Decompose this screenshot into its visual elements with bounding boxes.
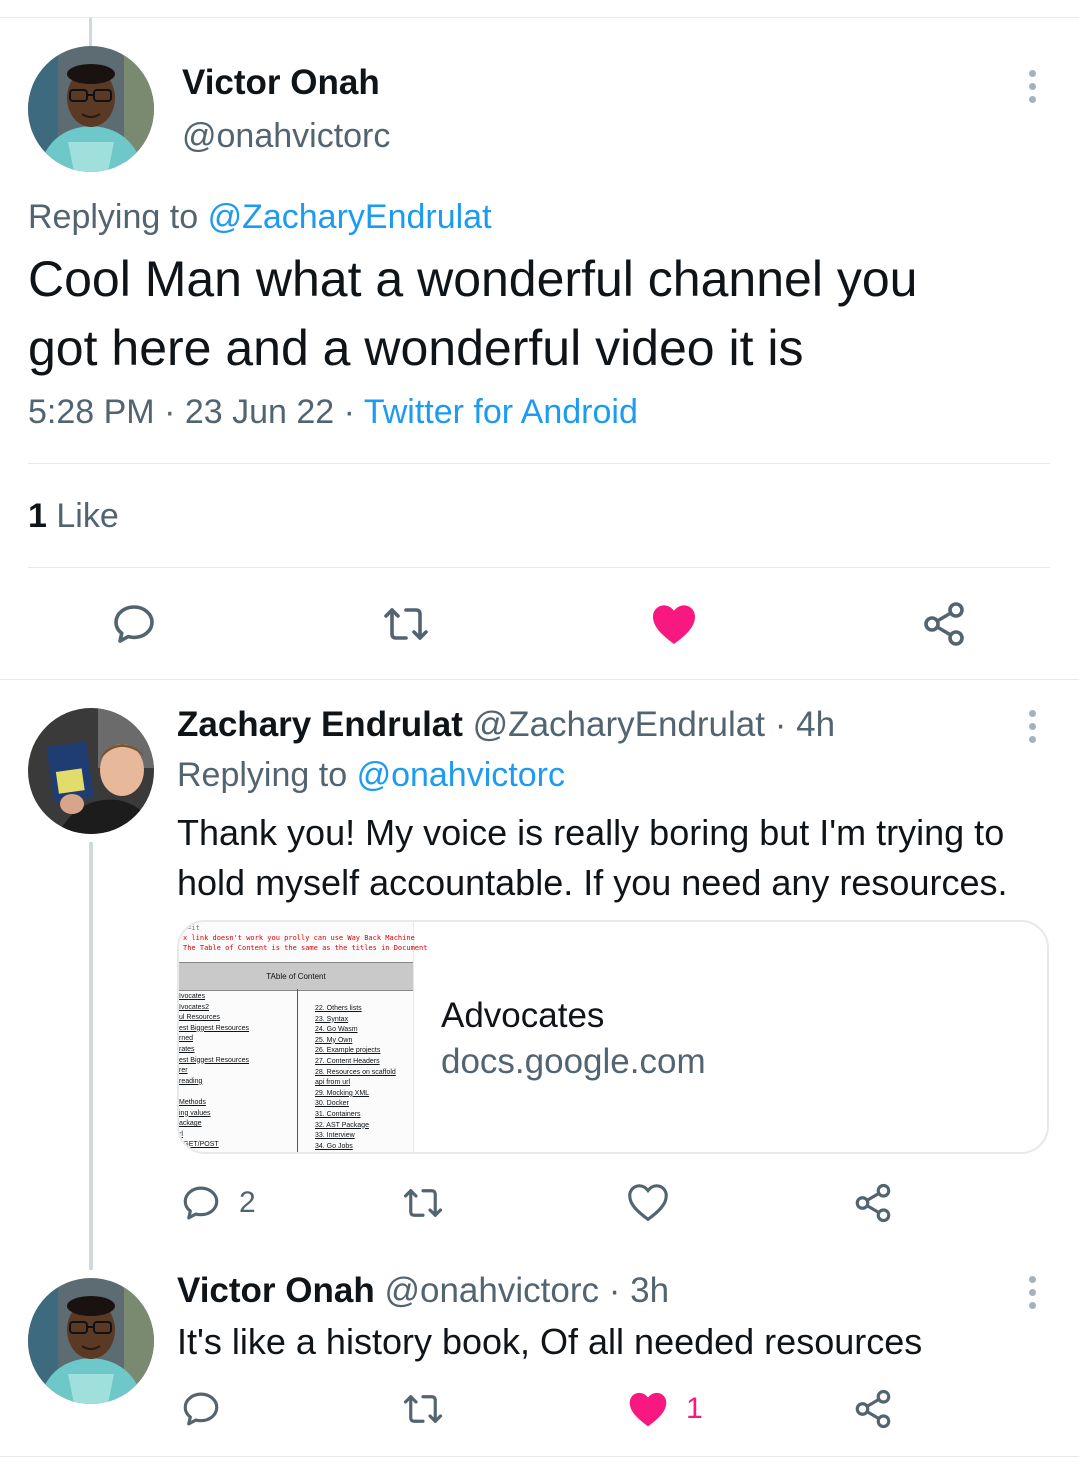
- replying-to-line: Replying to @ZacharyEndrulat: [28, 198, 492, 237]
- replying-to-mention[interactable]: @ZacharyEndrulat: [208, 198, 492, 236]
- tweet-source[interactable]: Twitter for Android: [364, 393, 638, 431]
- tweet-text-line1: Cool Man what a wonderful channel you: [28, 251, 918, 307]
- reply-author-handle[interactable]: @ZacharyEndrulat: [473, 705, 765, 744]
- bottom-divider: [0, 1456, 1079, 1457]
- thumb-line: l=it: [183, 924, 200, 932]
- reply-header: Victor Onah @onahvictorc · 3h: [177, 1271, 669, 1311]
- reply-age[interactable]: 4h: [796, 705, 835, 744]
- thumb-toc-item: 25. My Own: [315, 1036, 353, 1044]
- thumb-toc-item: [179, 1087, 249, 1098]
- thumb-toc-item: ·/GET/POST: [179, 1141, 219, 1149]
- thumb-toc-title: TAble of Content: [266, 972, 326, 981]
- reply-age[interactable]: 3h: [630, 1271, 669, 1310]
- thumb-toc-item: 27. Content Headers: [315, 1057, 380, 1065]
- replying-to-mention[interactable]: @onahvictorc: [357, 756, 565, 794]
- tweet-time[interactable]: 5:28 PM: [28, 393, 155, 431]
- divider: [28, 463, 1050, 464]
- retweet-icon[interactable]: [380, 600, 432, 648]
- thumb-toc-item: Methods: [179, 1098, 206, 1106]
- top-divider: [0, 17, 1079, 18]
- reply-text-line1: Thank you! My voice is really boring but…: [177, 812, 1005, 853]
- thumb-toc-item: est Biggest Resources: [179, 1024, 250, 1032]
- thumb-toc-item: 30. Docker: [315, 1100, 349, 1108]
- thumb-toc-item: Ivocates: [179, 993, 206, 1000]
- likes-label: Like: [56, 497, 119, 535]
- thumb-toc-item: est Biggest Resources: [179, 1056, 250, 1064]
- reply-header: Zachary Endrulat @ZacharyEndrulat · 4h: [177, 705, 835, 745]
- thumb-toc-item: 26. Example projects: [315, 1047, 381, 1055]
- thumb-toc-item: rl: [179, 1130, 183, 1138]
- divider: [28, 567, 1050, 568]
- more-options-icon[interactable]: [1026, 1276, 1038, 1315]
- meta-separator: ·: [774, 705, 787, 744]
- tweet-text-line2: got here and a wonderful video it is: [28, 320, 804, 376]
- reply-text-line2: hold myself accountable. If you need any…: [177, 862, 1008, 903]
- thumb-toc-item: 31. Containers: [315, 1110, 361, 1118]
- more-options-icon[interactable]: [1026, 710, 1038, 749]
- reply-text: It's like a history book, Of all needed …: [177, 1321, 923, 1362]
- reply-icon[interactable]: [110, 600, 158, 648]
- avatar-victor-onah[interactable]: [28, 46, 154, 172]
- likes-summary[interactable]: 1 Like: [28, 497, 119, 536]
- share-icon[interactable]: [852, 1182, 894, 1224]
- link-preview-thumbnail: l=it x link doesn't work you prolly can …: [179, 922, 427, 1152]
- author-name[interactable]: Victor Onah: [182, 63, 380, 103]
- thumb-toc-item: rates: [179, 1045, 195, 1053]
- thumb-toc-item: reading: [179, 1077, 203, 1085]
- more-options-icon[interactable]: [1026, 70, 1038, 109]
- link-preview-title: Advocates: [441, 996, 605, 1035]
- link-preview-domain: docs.google.com: [441, 1042, 706, 1081]
- like-icon[interactable]: [627, 1182, 669, 1222]
- thumb-line: The Table of Content is the same as the …: [183, 944, 428, 952]
- tweet-date[interactable]: 23 Jun 22: [185, 393, 334, 431]
- thumb-line: x link doesn't work you prolly can use W…: [183, 934, 415, 942]
- thumb-toc-item: rned: [179, 1035, 194, 1043]
- thumb-toc-item: rer: [179, 1067, 188, 1075]
- reply-count: 2: [239, 1186, 256, 1219]
- thumb-toc-item: 22. Others lists: [315, 1005, 362, 1012]
- thumb-column-divider: [297, 989, 298, 1152]
- likes-count: 1: [28, 497, 47, 535]
- link-preview-card[interactable]: l=it x link doesn't work you prolly can …: [177, 920, 1049, 1154]
- replying-to-prefix: Replying to: [28, 198, 199, 236]
- thumb-toc-item: 23. Syntax: [315, 1015, 349, 1023]
- thread-line: [89, 842, 93, 1270]
- thread-line-top: [89, 18, 92, 46]
- reply-icon[interactable]: [180, 1388, 222, 1430]
- meta-separator: ·: [343, 393, 355, 431]
- meta-separator: ·: [164, 393, 176, 431]
- share-icon[interactable]: [852, 1388, 894, 1430]
- thumb-toc-item: 33. Interview: [315, 1132, 355, 1140]
- author-handle[interactable]: @onahvictorc: [182, 117, 390, 156]
- retweet-icon[interactable]: [400, 1388, 446, 1430]
- thumb-toc-item: Ivocates2: [179, 1003, 209, 1011]
- thumb-toc-item: ul Resources: [179, 1014, 220, 1022]
- section-divider: [0, 679, 1079, 680]
- reply-author-name[interactable]: Victor Onah: [177, 1271, 375, 1310]
- retweet-icon[interactable]: [400, 1182, 446, 1224]
- thumb-toc-item: 24. Go Wasm: [315, 1026, 358, 1034]
- thumb-toc-item: 28. Resources on scaffold: [315, 1068, 396, 1076]
- avatar-victor-onah[interactable]: [28, 1278, 154, 1404]
- thumb-toc-item: 29. Mocking XML: [315, 1089, 370, 1097]
- like-count: 1: [686, 1392, 703, 1425]
- thumb-right-column: 22. Others lists 23. Syntax 24. Go Wasm …: [315, 1004, 396, 1152]
- share-icon[interactable]: [920, 600, 968, 648]
- tweet-meta: 5:28 PM · 23 Jun 22 · Twitter for Androi…: [28, 393, 638, 432]
- replying-to-prefix: Replying to: [177, 756, 348, 794]
- like-icon-filled[interactable]: [627, 1389, 669, 1429]
- replying-to-line: Replying to @onahvictorc: [177, 756, 565, 795]
- thumb-toc-item: ing values: [179, 1109, 211, 1117]
- avatar-zachary-endrulat[interactable]: [28, 708, 154, 834]
- thumb-toc-item: 32. AST Package: [315, 1121, 369, 1129]
- thumb-toc-item: ackage: [179, 1120, 202, 1128]
- reply-author-handle[interactable]: @onahvictorc: [384, 1271, 599, 1310]
- reply-author-name[interactable]: Zachary Endrulat: [177, 705, 463, 744]
- thumb-toc-item: 34. Go Jobs: [315, 1142, 353, 1150]
- thumb-left-column: Ivocates Ivocates2 ul Resources est Bigg…: [179, 992, 249, 1151]
- thumb-toc-item: api from url: [315, 1079, 351, 1087]
- meta-separator: ·: [608, 1271, 621, 1310]
- like-icon-filled[interactable]: [650, 601, 698, 647]
- reply-icon[interactable]: [180, 1182, 222, 1224]
